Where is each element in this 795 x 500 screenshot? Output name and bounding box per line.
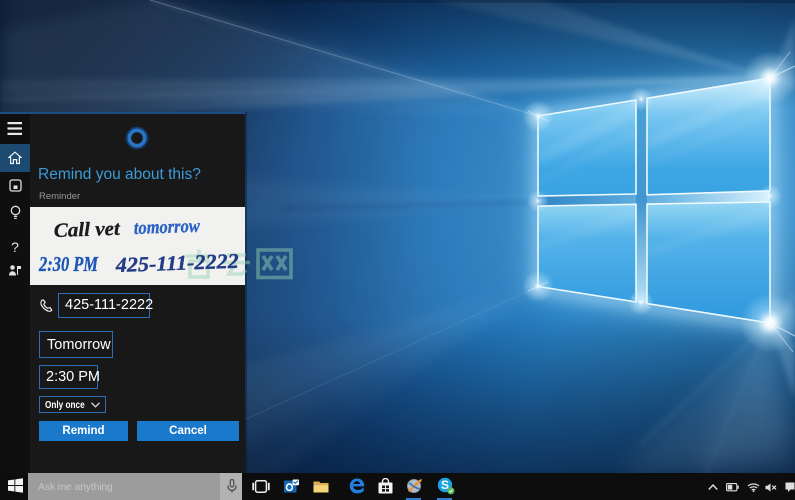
svg-text:tomorrow: tomorrow: [133, 216, 200, 239]
svg-text:Call vet: Call vet: [53, 218, 121, 242]
svg-text:425-111-2222: 425-111-2222: [114, 249, 239, 277]
svg-text:2:30 PM: 2:30 PM: [38, 252, 99, 276]
